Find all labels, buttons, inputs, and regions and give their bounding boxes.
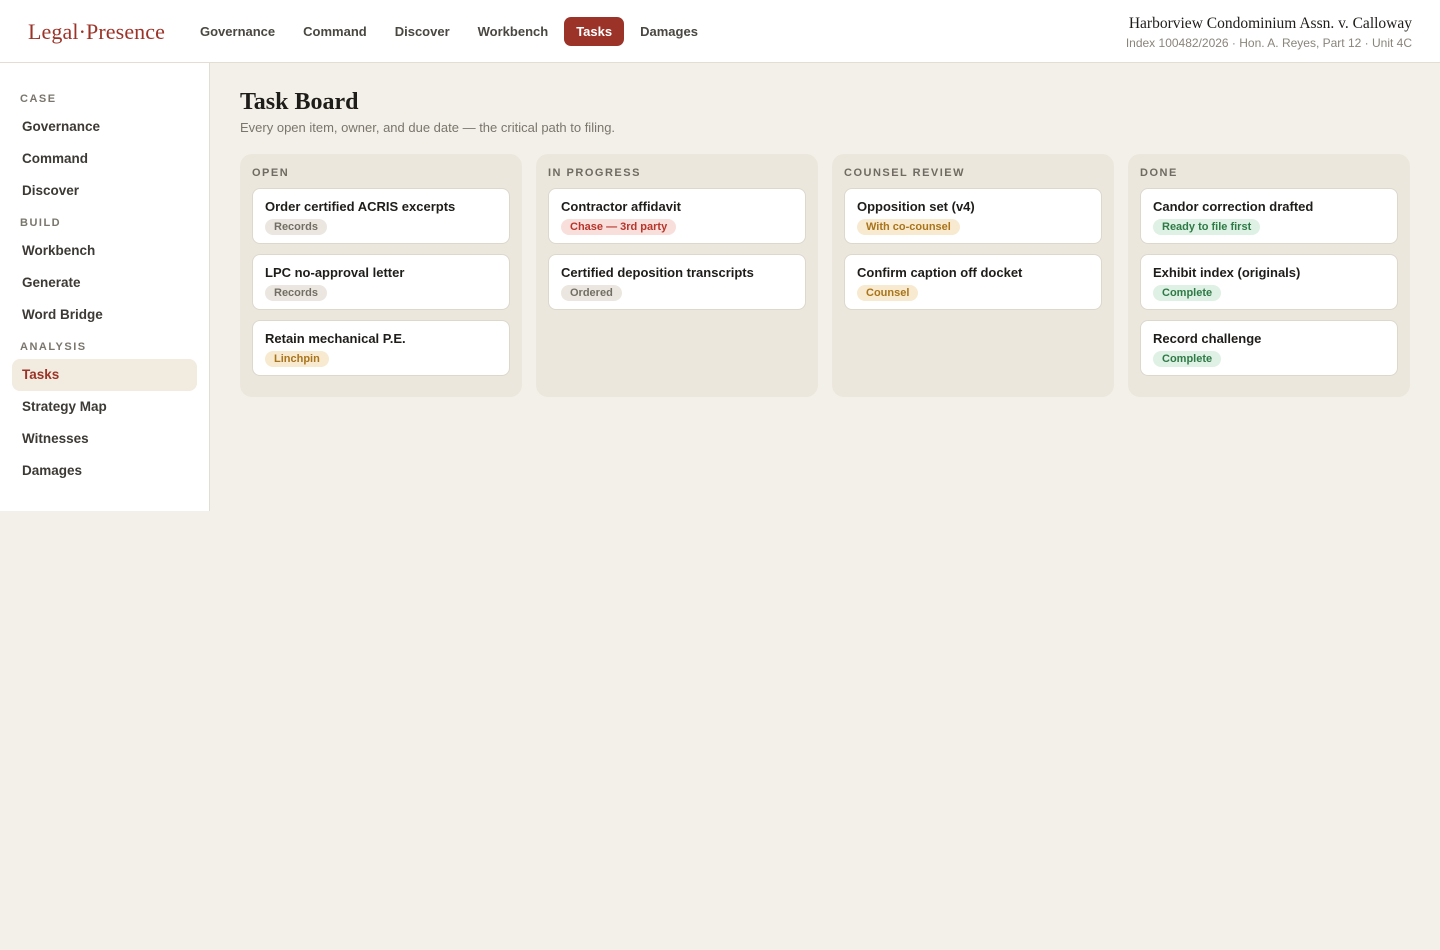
task-title: Order certified ACRIS excerpts [265, 199, 456, 214]
task-title: Retain mechanical P.E. [265, 331, 406, 346]
top-nav-damages[interactable]: Damages [626, 17, 712, 46]
column-in-progress: IN PROGRESS Contractor affidavit Chase —… [536, 154, 818, 397]
page-title: Task Board [240, 89, 359, 115]
task-card[interactable]: Order certified ACRIS excerpts Records [252, 188, 510, 244]
top-nav-tasks[interactable]: Tasks [564, 17, 625, 46]
task-title: Contractor affidavit [561, 199, 681, 214]
sidebar-section-case: CASE [20, 93, 57, 105]
status-badge: Linchpin [265, 351, 329, 367]
case-title: Harborview Condominium Assn. v. Calloway [1128, 15, 1412, 32]
task-card[interactable]: Contractor affidavit Chase — 3rd party [548, 188, 806, 244]
status-badge: Records [265, 285, 328, 301]
top-nav-discover[interactable]: Discover [381, 17, 464, 46]
sidebar-item-word-bridge[interactable]: Word Bridge [12, 299, 197, 331]
sidebar-item-workbench[interactable]: Workbench [12, 235, 197, 267]
column-open: OPEN Order certified ACRIS excerpts Reco… [240, 154, 522, 397]
column-header: COUNSEL REVIEW [844, 167, 966, 179]
task-card[interactable]: LPC no-approval letter Records [252, 254, 510, 310]
sidebar-item-generate[interactable]: Generate [12, 267, 197, 299]
sidebar-item-tasks[interactable]: Tasks [12, 359, 197, 391]
status-badge: Records [265, 219, 328, 235]
status-badge: Ready to file first [1153, 219, 1261, 235]
logo-right: Presence [86, 19, 166, 44]
top-nav: Governance Command Discover Workbench Ta… [186, 17, 712, 46]
sidebar-item-strategy-map[interactable]: Strategy Map [12, 391, 197, 423]
status-badge: Chase — 3rd party [561, 219, 677, 235]
sidebar-item-command[interactable]: Command [12, 143, 197, 175]
column-header: DONE [1140, 167, 1178, 179]
app-logo[interactable]: Legal·Presence [28, 19, 165, 45]
top-nav-command[interactable]: Command [289, 17, 381, 46]
top-nav-governance[interactable]: Governance [186, 17, 289, 46]
column-done: DONE Candor correction drafted Ready to … [1128, 154, 1410, 397]
top-nav-workbench[interactable]: Workbench [464, 17, 563, 46]
status-badge: Counsel [857, 285, 919, 301]
task-title: Opposition set (v4) [857, 199, 975, 214]
sidebar-item-discover[interactable]: Discover [12, 175, 197, 207]
status-badge: Complete [1153, 285, 1222, 301]
sidebar-section-analysis: ANALYSIS [20, 341, 87, 353]
logo-separator: · [78, 19, 87, 44]
status-badge: Ordered [561, 285, 622, 301]
status-badge: Complete [1153, 351, 1222, 367]
status-badge: With co-counsel [857, 219, 960, 235]
case-meta: Index 100482/2026 · Hon. A. Reyes, Part … [1125, 36, 1412, 50]
task-card[interactable]: Certified deposition transcripts Ordered [548, 254, 806, 310]
sidebar-item-witnesses[interactable]: Witnesses [12, 423, 197, 455]
task-card[interactable]: Confirm caption off docket Counsel [844, 254, 1102, 310]
case-header: Harborview Condominium Assn. v. Calloway… [1126, 15, 1412, 50]
task-title: LPC no-approval letter [265, 265, 405, 280]
task-title: Certified deposition transcripts [561, 265, 754, 280]
task-title: Exhibit index (originals) [1153, 265, 1301, 280]
task-card[interactable]: Record challenge Complete [1140, 320, 1398, 376]
page-subtitle: Every open item, owner, and due date — t… [240, 120, 616, 135]
column-header: OPEN [252, 167, 290, 179]
column-header: IN PROGRESS [548, 167, 641, 179]
task-title: Confirm caption off docket [857, 265, 1023, 280]
column-counsel-review: COUNSEL REVIEW Opposition set (v4) With … [832, 154, 1114, 397]
top-bar: Legal·Presence Governance Command Discov… [0, 0, 1440, 63]
sidebar-item-governance[interactable]: Governance [12, 111, 197, 143]
task-board: OPEN Order certified ACRIS excerpts Reco… [240, 154, 1410, 397]
task-title: Record challenge [1153, 331, 1262, 346]
task-card[interactable]: Exhibit index (originals) Complete [1140, 254, 1398, 310]
logo-left: Legal [28, 19, 79, 44]
task-title: Candor correction drafted [1153, 199, 1314, 214]
sidebar-section-build: BUILD [20, 217, 62, 229]
sidebar-item-damages[interactable]: Damages [12, 455, 197, 487]
sidebar: CASE Governance Command Discover BUILD W… [0, 63, 210, 511]
task-card[interactable]: Retain mechanical P.E. Linchpin [252, 320, 510, 376]
task-card[interactable]: Candor correction drafted Ready to file … [1140, 188, 1398, 244]
task-card[interactable]: Opposition set (v4) With co-counsel [844, 188, 1102, 244]
